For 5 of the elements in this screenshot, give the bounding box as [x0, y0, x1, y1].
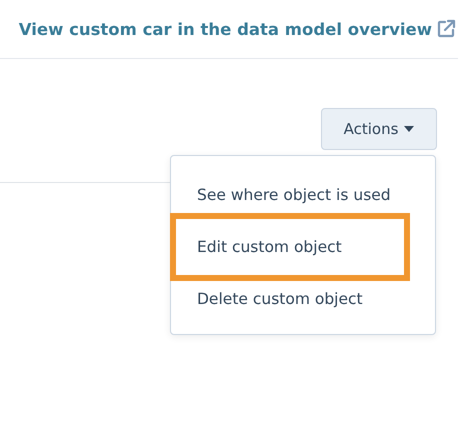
external-link-icon: [436, 19, 456, 39]
menu-item[interactable]: Edit custom object: [170, 213, 410, 281]
actions-button[interactable]: Actions: [321, 108, 437, 150]
data-model-link[interactable]: View custom car in the data model overview: [18, 20, 432, 38]
caret-icon: [404, 126, 414, 132]
